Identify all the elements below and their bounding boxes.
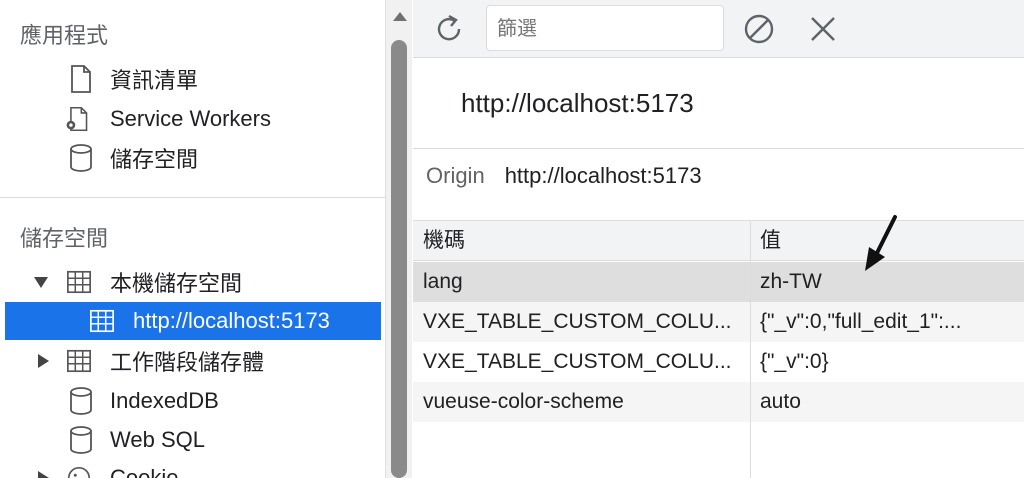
section-divider [413, 148, 1024, 149]
origin-row: Origin http://localhost:5173 [426, 163, 702, 189]
origin-title: http://localhost:5173 [461, 88, 694, 118]
table-row[interactable]: lang zh-TW [413, 262, 1024, 302]
sidebar-item-label: 資訊清單 [110, 68, 199, 93]
sidebar-item-storage[interactable]: 儲存空間 [0, 139, 385, 177]
annotation-arrow-icon [865, 215, 897, 271]
toolbar [413, 0, 1024, 58]
table-icon [90, 309, 114, 333]
collapse-arrow-icon[interactable] [38, 471, 49, 478]
gear-document-icon [66, 106, 88, 132]
expand-arrow-icon[interactable] [34, 277, 48, 288]
database-icon [70, 387, 92, 415]
block-icon [744, 14, 774, 44]
sidebar-item-local-storage[interactable]: 本機儲存空間 [0, 263, 385, 301]
sidebar-item-indexeddb[interactable]: IndexedDB [0, 382, 385, 420]
column-header-key[interactable]: 機碼 [423, 221, 745, 261]
section-title-application: 應用程式 [20, 23, 109, 48]
sidebar-item-localhost[interactable]: http://localhost:5173 [5, 302, 381, 340]
row-value: {"_v":0,"full_edit_1":... [760, 310, 962, 333]
row-value: auto [760, 390, 801, 413]
filter-input[interactable] [486, 5, 724, 51]
sidebar-item-manifest[interactable]: 資訊清單 [0, 60, 385, 98]
sidebar-item-label: Web SQL [110, 427, 205, 452]
sidebar-item-service-workers[interactable]: Service Workers [0, 100, 385, 138]
table-icon [67, 270, 91, 294]
table-row[interactable]: VXE_TABLE_CUSTOM_COLU... {"_v":0,"full_e… [413, 302, 1024, 342]
sidebar-item-label: Service Workers [110, 106, 271, 131]
sidebar-item-session-storage[interactable]: 工作階段儲存體 [0, 342, 385, 380]
table-header: 機碼 值 [413, 221, 1024, 261]
sidebar-item-cookie[interactable]: Cookie [0, 459, 385, 478]
origin-label: Origin [426, 163, 485, 188]
table-row[interactable]: vueuse-color-scheme auto [413, 382, 1024, 422]
section-title-storage: 儲存空間 [20, 226, 109, 251]
column-resizer[interactable] [750, 221, 751, 478]
sidebar-item-web-sql[interactable]: Web SQL [0, 421, 385, 459]
row-value: {"_v":0} [760, 350, 829, 373]
storage-panel: http://localhost:5173 Origin http://local… [413, 0, 1024, 478]
close-icon [811, 17, 835, 41]
sidebar-item-label: Cookie [110, 465, 179, 478]
sidebar-item-label: 本機儲存空間 [110, 271, 243, 296]
row-key: lang [423, 270, 463, 293]
section-divider [0, 197, 385, 198]
sidebar-item-label: 工作階段儲存體 [110, 350, 265, 375]
sidebar-scrollbar[interactable] [385, 0, 412, 478]
cookie-icon [67, 466, 91, 478]
sidebar-item-label: IndexedDB [110, 388, 219, 413]
database-icon [70, 144, 92, 172]
delete-selected-button[interactable] [804, 10, 842, 48]
storage-table: 機碼 值 lang zh-TW VXE_TABLE_CUSTOM_COLU...… [413, 220, 1024, 478]
refresh-button[interactable] [430, 10, 468, 48]
row-key: vueuse-color-scheme [423, 390, 624, 413]
row-key: VXE_TABLE_CUSTOM_COLU... [423, 350, 732, 373]
scrollbar-thumb[interactable] [391, 40, 407, 478]
clear-all-button[interactable] [740, 10, 778, 48]
table-icon [67, 349, 91, 373]
collapse-arrow-icon[interactable] [38, 354, 49, 368]
origin-value: http://localhost:5173 [504, 163, 702, 188]
row-key: VXE_TABLE_CUSTOM_COLU... [423, 310, 732, 333]
refresh-icon [437, 14, 461, 41]
table-row[interactable]: VXE_TABLE_CUSTOM_COLU... {"_v":0} [413, 342, 1024, 382]
scroll-up-arrow-icon[interactable] [393, 12, 407, 21]
database-icon [70, 426, 92, 454]
sidebar: 應用程式 資訊清單 Service Workers 儲存空間 儲存空間 本機儲存… [0, 0, 385, 478]
document-icon [71, 65, 91, 93]
sidebar-item-label: 儲存空間 [110, 147, 199, 172]
sidebar-item-label: http://localhost:5173 [133, 308, 330, 333]
